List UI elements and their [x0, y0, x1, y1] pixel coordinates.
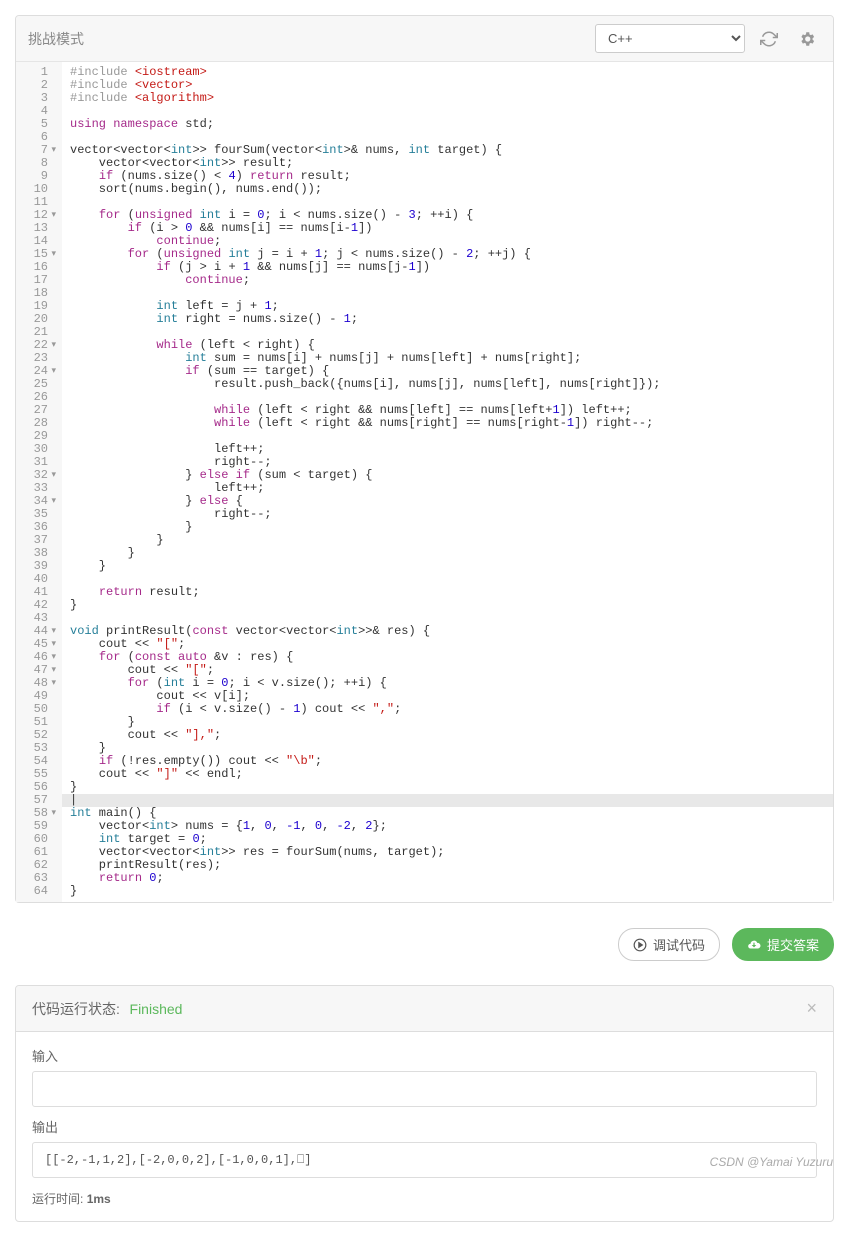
status-body: 输入 输出 [[-2,-1,1,2],[-2,0,0,2],[-1,0,0,1]… [16, 1032, 833, 1221]
cloud-upload-icon [747, 938, 761, 952]
editor-toolbar: 挑战模式 C++ [16, 16, 833, 62]
runtime-info: 运行时间: 1ms [32, 1190, 817, 1207]
input-label: 输入 [32, 1046, 817, 1065]
editor-panel: 挑战模式 C++ 1234567▾89101112▾131415▾1617181… [15, 15, 834, 903]
debug-label: 调试代码 [653, 935, 705, 954]
status-header: 代码运行状态: Finished × [16, 986, 833, 1032]
debug-button[interactable]: 调试代码 [618, 928, 720, 961]
output-label: 输出 [32, 1117, 817, 1136]
action-bar: 调试代码 提交答案 [0, 918, 849, 985]
close-icon[interactable]: × [806, 998, 817, 1019]
toolbar-title: 挑战模式 [28, 29, 84, 49]
code-editor[interactable]: 1234567▾89101112▾131415▾16171819202122▾2… [16, 62, 833, 902]
runtime-label: 运行时间: [32, 1192, 83, 1206]
watermark: CSDN @Yamai Yuzuru [710, 1155, 833, 1169]
status-panel: 代码运行状态: Finished × 输入 输出 [[-2,-1,1,2],[-… [15, 985, 834, 1222]
refresh-icon[interactable] [755, 25, 783, 53]
status-value: Finished [130, 1001, 183, 1017]
output-box: [[-2,-1,1,2],[-2,0,0,2],[-1,0,0,1],⎕] [32, 1142, 817, 1178]
line-gutter: 1234567▾89101112▾131415▾16171819202122▾2… [16, 62, 62, 902]
submit-button[interactable]: 提交答案 [732, 928, 834, 961]
language-select[interactable]: C++ [595, 24, 745, 53]
input-box [32, 1071, 817, 1107]
gear-icon[interactable] [793, 25, 821, 53]
runtime-value: 1ms [87, 1192, 111, 1206]
toolbar-right: C++ [595, 24, 821, 53]
status-title: 代码运行状态: Finished [32, 999, 182, 1019]
status-label: 代码运行状态: [32, 1001, 120, 1017]
code-content[interactable]: #include <iostream>#include <vector>#inc… [62, 62, 833, 902]
submit-label: 提交答案 [767, 935, 819, 954]
play-circle-icon [633, 938, 647, 952]
